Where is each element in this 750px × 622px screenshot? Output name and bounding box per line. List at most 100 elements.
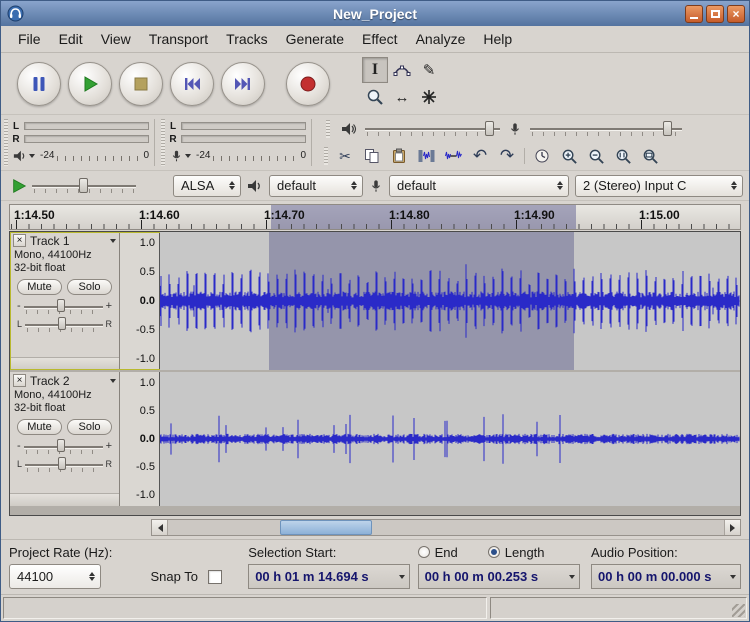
horizontal-scrollbar[interactable] <box>151 519 741 536</box>
gain-slider-thumb[interactable] <box>57 299 65 312</box>
vruler-label: 0.5 <box>140 405 155 417</box>
pan-slider[interactable] <box>25 456 102 472</box>
input-volume-slider[interactable] <box>530 120 682 138</box>
gain-slider[interactable] <box>24 438 103 454</box>
fit-selection-button[interactable] <box>610 144 636 168</box>
draw-tool-button[interactable]: ✎ <box>416 57 442 83</box>
play-at-speed-button[interactable] <box>11 178 27 194</box>
scroll-right-button[interactable] <box>724 520 740 535</box>
solo-button[interactable]: Solo <box>67 419 112 435</box>
project-rate-select[interactable]: 44100 <box>9 564 101 589</box>
output-volume-slider[interactable] <box>365 120 500 138</box>
menu-help[interactable]: Help <box>474 27 521 51</box>
snap-checkbox[interactable] <box>208 570 222 584</box>
close-button[interactable]: × <box>727 5 745 23</box>
envelope-tool-button[interactable] <box>389 57 415 83</box>
mute-button[interactable]: Mute <box>17 279 62 295</box>
time-shift-tool-button[interactable]: ↔ <box>389 84 415 110</box>
skip-to-end-button[interactable] <box>221 62 265 106</box>
fit-project-button[interactable] <box>637 144 663 168</box>
playback-speed-slider-thumb[interactable] <box>79 178 88 193</box>
output-device-select[interactable]: default <box>269 175 363 197</box>
selection-start-field[interactable]: 00 h 01 m 14.694 s <box>248 564 410 589</box>
length-radio[interactable] <box>488 546 500 558</box>
output-volume-slider-thumb[interactable] <box>485 121 494 136</box>
solo-button[interactable]: Solo <box>67 279 112 295</box>
input-volume-slider-thumb[interactable] <box>663 121 672 136</box>
toolbar-row-1: I ✎ ↔ <box>1 53 749 115</box>
track-title-menu[interactable]: Track 2 <box>30 374 70 388</box>
track-menu-arrow-icon[interactable] <box>110 239 116 246</box>
field-dropdown-arrow-icon[interactable] <box>397 572 407 582</box>
stop-button[interactable] <box>119 62 163 106</box>
trim-audio-button[interactable] <box>413 144 439 168</box>
recording-meter-menu[interactable] <box>168 149 193 163</box>
redo-button[interactable]: ↷ <box>494 144 520 168</box>
undo-button[interactable]: ↶ <box>467 144 493 168</box>
track-vertical-ruler[interactable]: 1.0 0.5 0.0 -0.5 -1.0 <box>120 232 160 370</box>
cut-button[interactable]: ✂ <box>332 144 358 168</box>
zoom-out-button[interactable] <box>583 144 609 168</box>
copy-button[interactable] <box>359 144 385 168</box>
selection-length-field[interactable]: 00 h 00 m 00.253 s <box>418 564 580 589</box>
track-vertical-ruler[interactable]: 1.0 0.5 0.0 -0.5 -1.0 <box>120 372 160 506</box>
field-dropdown-arrow-icon[interactable] <box>728 572 738 582</box>
menu-file[interactable]: File <box>9 27 50 51</box>
track-menu-arrow-icon[interactable] <box>110 379 116 386</box>
menu-analyze[interactable]: Analyze <box>407 27 475 51</box>
gain-slider-thumb[interactable] <box>57 439 65 452</box>
track-1-waveform-area[interactable] <box>160 232 740 370</box>
multi-tool-button[interactable] <box>416 84 442 110</box>
mute-button[interactable]: Mute <box>17 419 62 435</box>
zoom-in-button[interactable] <box>556 144 582 168</box>
paste-button[interactable] <box>386 144 412 168</box>
titlebar[interactable]: New_Project × <box>1 1 749 26</box>
playback-meter-menu[interactable] <box>11 149 37 163</box>
zoom-tool-button[interactable] <box>362 84 388 110</box>
skip-to-start-button[interactable] <box>170 62 214 106</box>
track-2-control-panel: × Track 2 Mono, 44100Hz 32-bit float Mut… <box>10 372 120 506</box>
selection-tool-button[interactable]: I <box>362 57 388 83</box>
audio-position-field[interactable]: 00 h 00 m 00.000 s <box>591 564 741 589</box>
input-channels-select[interactable]: 2 (Stereo) Input C <box>575 175 743 197</box>
track-resize-handle[interactable] <box>10 493 119 506</box>
scroll-left-button[interactable] <box>152 520 168 535</box>
menu-tracks[interactable]: Tracks <box>217 27 276 51</box>
audacity-window: New_Project × File Edit View Transport T… <box>0 0 750 622</box>
audio-host-select[interactable]: ALSA <box>173 175 241 197</box>
minimize-button[interactable] <box>685 5 703 23</box>
timeline-ruler[interactable]: 1:14.50 1:14.60 1:14.70 1:14.80 1:14.90 … <box>9 204 741 230</box>
pan-slider-thumb[interactable] <box>58 457 66 470</box>
scrollbar-thumb[interactable] <box>280 520 372 535</box>
track-2-waveform-area[interactable] <box>160 372 740 506</box>
playback-meter-grip[interactable] <box>4 119 8 166</box>
record-button[interactable] <box>286 62 330 106</box>
maximize-button[interactable] <box>706 5 724 23</box>
track-close-button[interactable]: × <box>13 374 26 387</box>
track-close-button[interactable]: × <box>13 234 26 247</box>
pause-button[interactable] <box>17 62 61 106</box>
track-title-menu[interactable]: Track 1 <box>30 234 70 248</box>
playback-speed-slider[interactable] <box>32 177 136 195</box>
menu-generate[interactable]: Generate <box>277 27 353 51</box>
scrollbar-row <box>9 519 741 536</box>
gain-slider[interactable] <box>24 298 103 314</box>
scrollbar-track[interactable] <box>168 520 724 535</box>
silence-audio-button[interactable] <box>440 144 466 168</box>
mixer-toolbar-grip[interactable] <box>326 120 330 138</box>
field-dropdown-arrow-icon[interactable] <box>567 572 577 582</box>
sync-lock-clock-button[interactable] <box>529 144 555 168</box>
track-resize-handle[interactable] <box>10 357 119 370</box>
menu-view[interactable]: View <box>92 27 140 51</box>
window-resize-grip[interactable] <box>732 604 745 617</box>
recording-meter-grip[interactable] <box>161 119 165 166</box>
input-device-select[interactable]: default <box>389 175 569 197</box>
menu-transport[interactable]: Transport <box>140 27 217 51</box>
pan-slider-thumb[interactable] <box>58 317 66 330</box>
edit-toolbar-grip[interactable] <box>324 147 328 165</box>
end-radio[interactable] <box>418 546 430 558</box>
play-button[interactable] <box>68 62 112 106</box>
menu-effect[interactable]: Effect <box>353 27 407 51</box>
pan-slider[interactable] <box>25 316 102 332</box>
menu-edit[interactable]: Edit <box>50 27 92 51</box>
